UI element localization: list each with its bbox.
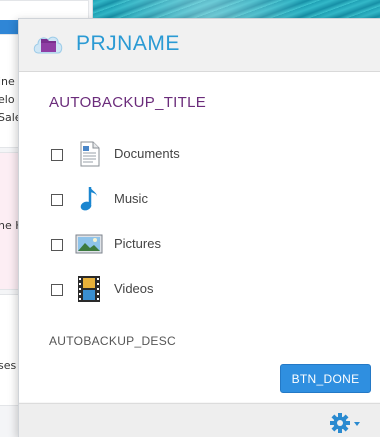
document-icon	[80, 141, 100, 167]
option-documents[interactable]: Documents	[49, 140, 349, 170]
done-button[interactable]: BTN_DONE	[280, 364, 371, 393]
film-strip-icon	[78, 276, 100, 302]
picture-icon	[75, 234, 103, 254]
background-text: elo	[0, 93, 15, 106]
pictures-checkbox[interactable]	[51, 239, 63, 251]
settings-menu-button[interactable]	[329, 412, 365, 434]
documents-checkbox[interactable]	[51, 149, 63, 161]
popup-body: AUTOBACKUP_TITLE Documents Music Picture…	[19, 72, 380, 402]
gear-icon	[330, 413, 350, 433]
app-name: PRJNAME	[76, 32, 180, 55]
background-text: ine	[0, 75, 15, 88]
app-logo-icon	[33, 36, 63, 54]
pictures-label: Pictures	[114, 236, 161, 251]
music-note-icon	[80, 187, 97, 211]
popup-header: PRJNAME	[19, 19, 380, 72]
documents-label: Documents	[114, 146, 180, 161]
autobackup-description: AUTOBACKUP_DESC	[49, 334, 176, 348]
option-pictures[interactable]: Pictures	[49, 230, 349, 260]
videos-checkbox[interactable]	[51, 284, 63, 296]
background-text: ses	[0, 359, 17, 372]
popup-footer	[19, 403, 380, 437]
desktop: ine elo Sale he H ses PRJNAME AUTOBACKUP…	[0, 0, 380, 437]
videos-label: Videos	[114, 281, 154, 296]
caret-down-icon	[354, 422, 360, 426]
option-music[interactable]: Music	[49, 185, 349, 215]
music-label: Music	[114, 191, 148, 206]
autobackup-title: AUTOBACKUP_TITLE	[49, 94, 207, 111]
option-videos[interactable]: Videos	[49, 275, 349, 305]
music-checkbox[interactable]	[51, 194, 63, 206]
autobackup-popup: PRJNAME AUTOBACKUP_TITLE Documents Music…	[18, 18, 380, 437]
